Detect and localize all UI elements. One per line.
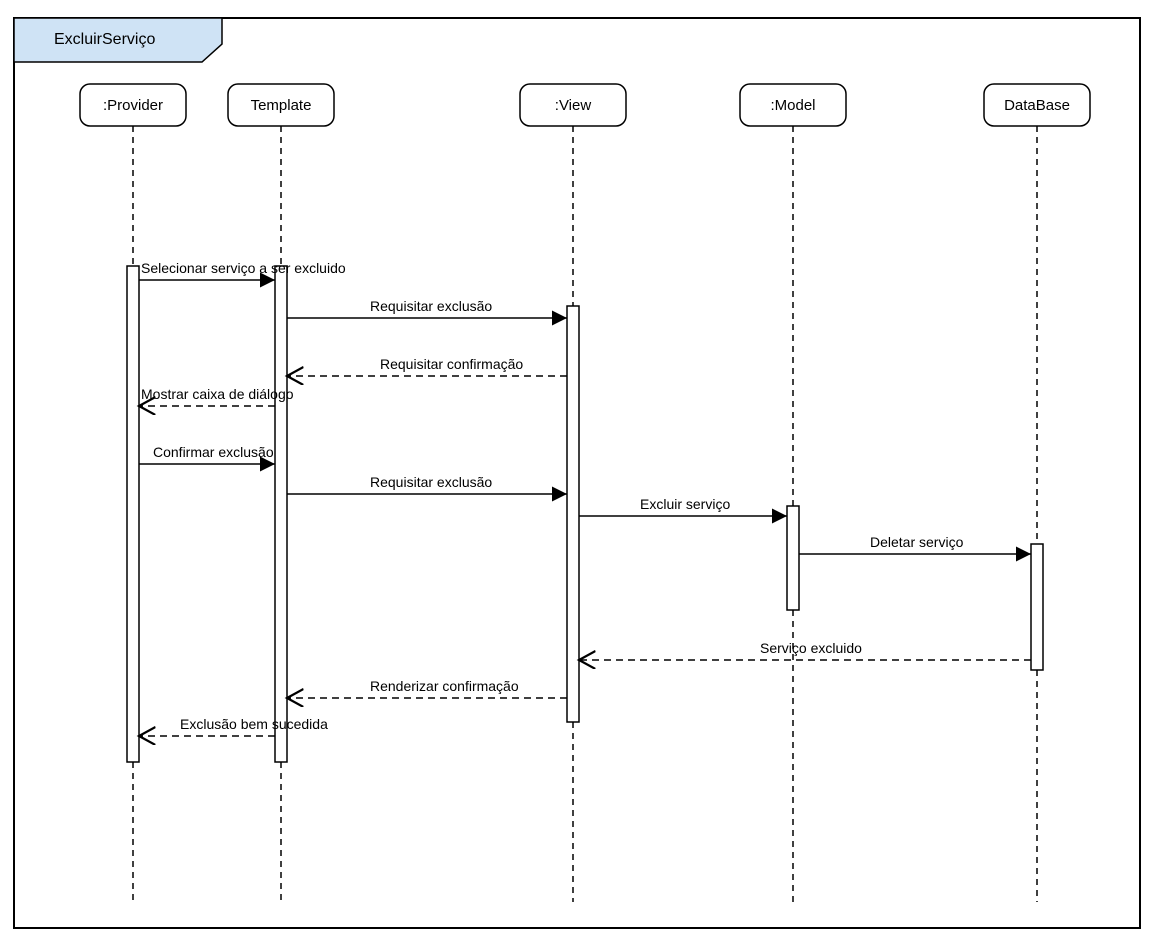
activation-database [1031, 544, 1043, 670]
lifeline-model-label: :Model [770, 97, 815, 114]
msg-m4-label: Mostrar caixa de diálogo [141, 386, 294, 402]
lifeline-view-label: :View [555, 97, 592, 114]
frame-title: ExcluirServiço [54, 31, 155, 48]
msg-m9-label: Serviço excluido [760, 640, 862, 656]
msg-m8-label: Deletar serviço [870, 534, 964, 550]
activation-model [787, 506, 799, 610]
msg-m11-label: Exclusão bem sucedida [180, 716, 328, 732]
sequence-diagram: ExcluirServiço :Provider Template :View … [0, 0, 1155, 946]
msg-m1-label: Selecionar serviço a ser excluido [141, 260, 346, 276]
msg-m5-label: Confirmar exclusão [153, 444, 274, 460]
msg-m7-label: Excluir serviço [640, 496, 730, 512]
lifeline-provider-label: :Provider [103, 97, 163, 114]
msg-m6-label: Requisitar exclusão [370, 474, 492, 490]
activation-template [275, 266, 287, 762]
msg-m3-label: Requisitar confirmação [380, 356, 523, 372]
msg-m2-label: Requisitar exclusão [370, 298, 492, 314]
msg-m10-label: Renderizar confirmação [370, 678, 519, 694]
lifeline-database-label: DataBase [1004, 97, 1070, 114]
activation-view [567, 306, 579, 722]
lifeline-template-label: Template [251, 97, 312, 114]
activation-provider [127, 266, 139, 762]
